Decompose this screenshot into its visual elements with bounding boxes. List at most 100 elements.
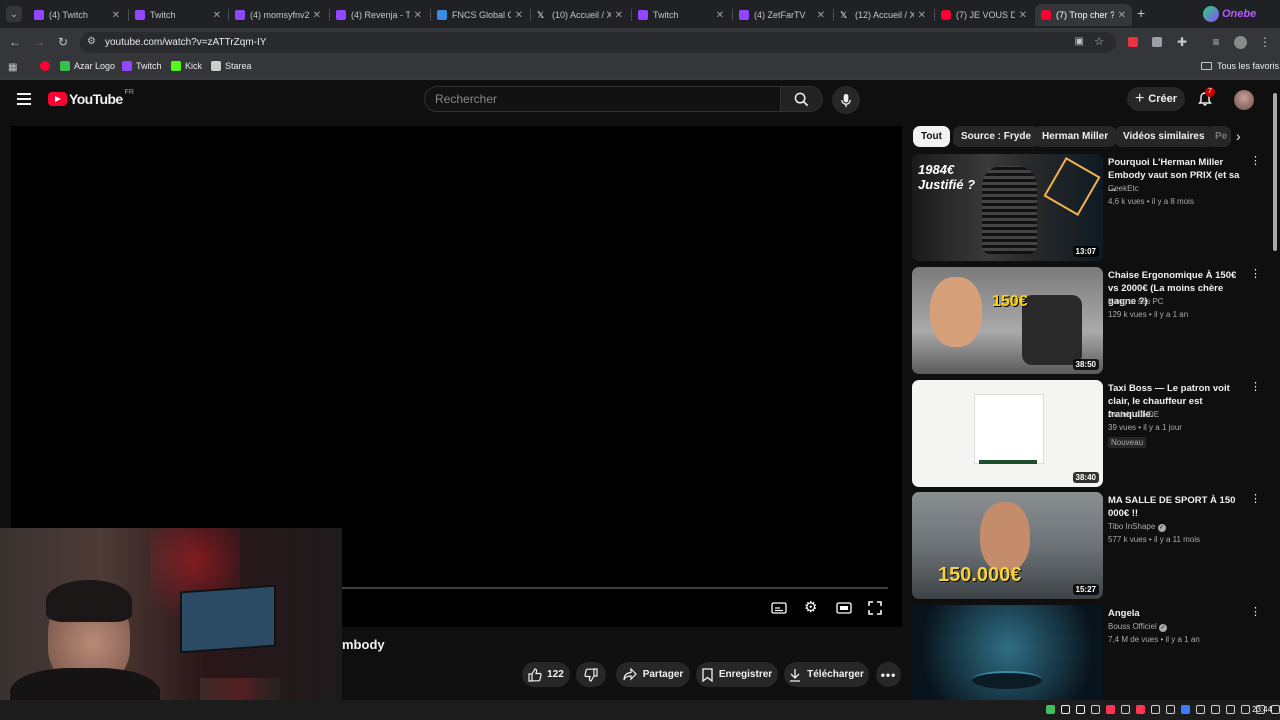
bookmark-starea[interactable]: Starea xyxy=(211,61,252,71)
all-bookmarks-button[interactable]: Tous les favoris xyxy=(1201,61,1279,71)
more-options-icon[interactable]: ⋮ xyxy=(1250,494,1261,505)
theater-mode-button[interactable] xyxy=(836,602,852,618)
video-thumbnail[interactable] xyxy=(912,605,1103,712)
progress-bar[interactable] xyxy=(341,587,888,589)
tab-search-button[interactable]: ⌄ xyxy=(6,6,22,22)
tray-link-icon[interactable] xyxy=(1166,705,1175,714)
youtube-logo[interactable]: YouTube FR xyxy=(48,89,134,107)
address-bar[interactable]: ⚙ youtube.com/watch?v=zATTrZqm-IY ▣ ☆ xyxy=(80,32,1116,53)
filter-chip-1[interactable]: Source : Fryde xyxy=(953,126,1040,147)
filter-chip-4[interactable]: Pe xyxy=(1207,126,1231,147)
tray-youtube-icon[interactable] xyxy=(1136,705,1145,714)
tray-window-icon[interactable] xyxy=(1061,705,1070,714)
close-tab-icon[interactable]: ✕ xyxy=(1019,10,1027,21)
create-button[interactable]: + Créer xyxy=(1127,87,1185,111)
close-tab-icon[interactable]: ✕ xyxy=(918,10,926,21)
video-title[interactable]: Angela xyxy=(1108,607,1244,620)
tray-cursor-icon[interactable] xyxy=(1076,705,1085,714)
save-button[interactable]: Enregistrer xyxy=(696,662,778,687)
bookmark-youtube[interactable] xyxy=(40,61,54,71)
download-button[interactable]: Télécharger xyxy=(784,662,869,687)
tab-0[interactable]: (4) Twitch ✕ xyxy=(28,4,126,26)
tray-chip-icon[interactable] xyxy=(1211,705,1220,714)
video-thumbnail[interactable]: 150€ 38:50 xyxy=(912,267,1103,374)
filter-chip-0[interactable]: Tout xyxy=(913,126,950,147)
search-button[interactable] xyxy=(781,86,823,112)
forward-icon[interactable]: → xyxy=(32,36,46,48)
site-info-icon[interactable]: ⚙ xyxy=(87,36,96,47)
close-tab-icon[interactable]: ✕ xyxy=(213,10,221,21)
media-control-icon[interactable]: ≡ xyxy=(1209,36,1223,48)
close-tab-icon[interactable]: ✕ xyxy=(515,10,523,21)
filter-chip-3[interactable]: Vidéos similaires xyxy=(1115,126,1213,147)
close-tab-icon[interactable]: ✕ xyxy=(817,10,825,21)
more-options-icon[interactable]: ⋮ xyxy=(1250,269,1261,280)
back-icon[interactable]: ← xyxy=(8,36,22,48)
video-title[interactable]: MA SALLE DE SPORT À 150 000€ !! xyxy=(1108,494,1244,520)
extension-grey-icon[interactable] xyxy=(1152,37,1162,47)
subtitles-button[interactable] xyxy=(771,602,787,618)
close-tab-icon[interactable]: ✕ xyxy=(615,10,623,21)
tray-discord-icon[interactable] xyxy=(1121,705,1130,714)
bookmark-twitch[interactable]: Twitch xyxy=(122,61,162,71)
channel-name[interactable]: GeekEtc xyxy=(1108,184,1139,193)
tab-8[interactable]: 𝕏 (12) Accueil / X ✕ xyxy=(834,4,932,26)
account-avatar[interactable] xyxy=(1234,90,1254,110)
tray-bluetooth-icon[interactable] xyxy=(1181,705,1190,714)
close-tab-icon[interactable]: ✕ xyxy=(716,10,724,21)
bookmark-azar-logo[interactable]: Azar Logo xyxy=(60,61,115,71)
video-thumbnail[interactable]: 150.000€ 15:27 xyxy=(912,492,1103,599)
recommended-video[interactable]: Angela Bouss Officiel ✓ 7,4 M de vues • il… xyxy=(912,605,1262,713)
tray-green-icon[interactable] xyxy=(1046,705,1055,714)
tray-sync-icon[interactable] xyxy=(1196,705,1205,714)
tray-dot-icon[interactable] xyxy=(1151,705,1160,714)
extension-red-icon[interactable] xyxy=(1128,37,1138,47)
more-options-icon[interactable]: ⋮ xyxy=(1250,156,1261,167)
close-tab-icon[interactable]: ✕ xyxy=(414,10,422,21)
hamburger-menu-icon[interactable] xyxy=(17,93,31,105)
more-options-icon[interactable]: ⋮ xyxy=(1250,607,1261,618)
search-input[interactable]: Rechercher xyxy=(424,86,781,112)
page-scrollbar[interactable] xyxy=(1270,81,1280,700)
tray-wifi-icon[interactable] xyxy=(1271,705,1280,714)
tab-10[interactable]: (7) Trop cher ? ✕ xyxy=(1035,4,1132,26)
tray-display-icon[interactable] xyxy=(1241,705,1250,714)
tray-arrow-icon[interactable] xyxy=(1091,705,1100,714)
dislike-button[interactable] xyxy=(576,662,606,687)
channel-name[interactable]: Tibo InShape ✓ xyxy=(1108,522,1166,532)
bookmark-kick[interactable]: Kick xyxy=(171,61,202,71)
fullscreen-button[interactable] xyxy=(868,601,884,617)
recommended-video[interactable]: 38:40 Taxi Boss — Le patron voit clair, l… xyxy=(912,380,1262,488)
like-button[interactable]: 122 xyxy=(522,662,570,687)
tab-3[interactable]: (4) Revenja - T ✕ xyxy=(330,4,428,26)
share-button[interactable]: Partager xyxy=(616,662,690,687)
tray-red-icon[interactable] xyxy=(1106,705,1115,714)
filter-chip-2[interactable]: Herman Miller xyxy=(1034,126,1117,147)
new-tab-button[interactable]: + xyxy=(1137,5,1145,21)
extensions-puzzle-icon[interactable]: ✚ xyxy=(1175,36,1189,48)
close-tab-icon[interactable]: ✕ xyxy=(112,10,120,21)
channel-name[interactable]: Bouss Officiel ✓ xyxy=(1108,622,1167,632)
video-thumbnail[interactable]: 1984€ Justifié ? 13:07 xyxy=(912,154,1103,261)
channel-name[interactable]: Kang et ses PC xyxy=(1108,297,1164,306)
bookmark-star-icon[interactable]: ☆ xyxy=(1094,35,1104,48)
more-actions-button[interactable]: ••• xyxy=(876,662,901,687)
tab-1[interactable]: Twitch ✕ xyxy=(129,4,227,26)
profile-avatar[interactable] xyxy=(1234,36,1247,49)
close-tab-icon[interactable]: ✕ xyxy=(1118,10,1126,21)
video-thumbnail[interactable]: 38:40 xyxy=(912,380,1103,487)
recommended-video[interactable]: 150.000€ 15:27 MA SALLE DE SPORT À 150 000… xyxy=(912,492,1262,600)
recommended-video[interactable]: 150€ 38:50 Chaise Ergonomique À 150€ vs 20… xyxy=(912,267,1262,375)
tray-keyboard-icon[interactable] xyxy=(1226,705,1235,714)
tab-6[interactable]: Twitch ✕ xyxy=(632,4,730,26)
chips-next-arrow[interactable]: › xyxy=(1236,128,1241,144)
channel-name[interactable]: André LONDE xyxy=(1108,410,1159,419)
apps-grid-icon[interactable]: ▦ xyxy=(8,62,17,73)
system-tray[interactable] xyxy=(1046,705,1280,714)
more-options-icon[interactable]: ⋮ xyxy=(1250,382,1261,393)
tab-9[interactable]: (7) JE VOUS DE ✕ xyxy=(935,4,1033,26)
recommended-video[interactable]: 1984€ Justifié ? 13:07 Pourquoi L'Herman M… xyxy=(912,154,1262,262)
settings-button[interactable]: ⚙ xyxy=(804,600,820,616)
reload-icon[interactable]: ↻ xyxy=(56,36,70,48)
scrollbar-thumb[interactable] xyxy=(1273,93,1277,251)
